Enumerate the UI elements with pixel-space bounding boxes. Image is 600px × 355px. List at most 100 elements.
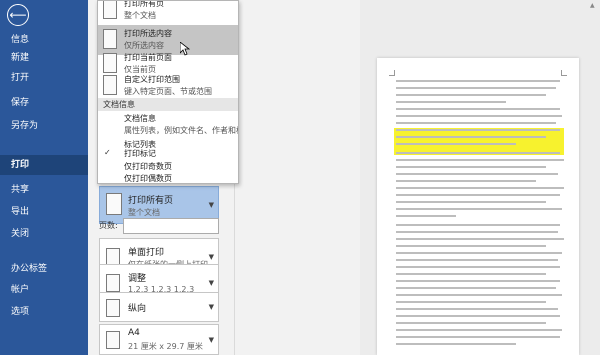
nav-item-office-tab[interactable]: 办公标签 <box>0 259 88 279</box>
page-icon <box>103 75 117 95</box>
text-line <box>396 180 536 182</box>
text-line <box>396 224 560 226</box>
text-line <box>396 266 560 268</box>
margin-mark <box>561 70 567 76</box>
print-preview: ▲ <box>360 0 600 355</box>
check-mark-icon: ✓ <box>104 148 111 157</box>
chevron-down-icon: ▼ <box>208 253 214 261</box>
option-title: 打印所选内容 <box>124 29 172 38</box>
text-line <box>396 87 556 89</box>
print-range-desc: 整个文档 <box>128 208 160 217</box>
nav-item-open[interactable]: 打开 <box>0 68 88 88</box>
option-even-pages[interactable]: 仅打印偶数页 <box>124 173 172 183</box>
text-line <box>396 136 546 138</box>
page-icon <box>103 29 117 49</box>
print-range-dropdown: 打印所有页 整个文档 打印所选内容 仅所选内容 打印当前页面 仅当前页 自定义打… <box>97 0 239 184</box>
text-line <box>396 336 560 338</box>
text-line <box>396 122 556 124</box>
chevron-down-icon: ▼ <box>208 279 214 287</box>
text-line <box>396 152 560 154</box>
nav-item-share[interactable]: 共享 <box>0 180 88 200</box>
option-doc-info[interactable]: 文档信息 <box>124 113 156 124</box>
text-line <box>396 315 560 317</box>
chevron-down-icon: ▼ <box>208 201 214 209</box>
section-header: 文档信息 <box>98 98 238 111</box>
backstage-nav: ⟵ 信息 新建 打开 保存 另存为 打印 共享 导出 关闭 办公标签 帐户 选项 <box>0 0 88 355</box>
page-icon <box>106 193 122 215</box>
chevron-up-icon[interactable]: ▲ <box>590 2 595 9</box>
text-line <box>396 143 516 145</box>
text-line <box>396 322 546 324</box>
preview-page <box>377 58 579 355</box>
text-line <box>396 80 560 82</box>
nav-item-close[interactable]: 关闭 <box>0 224 88 244</box>
option-title: 打印当前页面 <box>124 53 172 62</box>
collate-icon <box>106 274 120 292</box>
pages-label: 页数: <box>99 221 118 230</box>
nav-item-account[interactable]: 帐户 <box>0 280 88 300</box>
text-line <box>396 308 558 310</box>
nav-item-print[interactable]: 打印 <box>0 155 88 175</box>
option-title: 自定义打印范围 <box>124 75 180 84</box>
orientation-title: 纵向 <box>128 304 147 314</box>
text-line <box>396 94 546 96</box>
nav-item-new[interactable]: 新建 <box>0 48 88 68</box>
print-range-title: 打印所有页 <box>128 196 174 206</box>
text-line <box>396 129 560 131</box>
text-line <box>396 108 560 110</box>
pages-row: 页数: <box>99 218 219 234</box>
text-line <box>396 273 546 275</box>
selected-text-highlight <box>394 128 564 155</box>
text-line <box>396 208 562 210</box>
back-arrow-icon[interactable]: ⟵ <box>7 4 29 26</box>
text-line <box>396 252 562 254</box>
text-line <box>396 101 506 103</box>
paper-icon <box>106 331 120 349</box>
margin-mark <box>389 70 395 76</box>
option-print-all[interactable]: 打印所有页 整个文档 <box>98 0 238 25</box>
text-line <box>396 159 564 161</box>
orientation-select[interactable]: 纵向 ▼ <box>99 292 219 322</box>
text-line <box>396 231 558 233</box>
option-desc: 键入特定页面、节或范围 <box>124 87 212 96</box>
nav-item-options[interactable]: 选项 <box>0 302 88 322</box>
nav-item-info[interactable]: 信息 <box>0 30 88 50</box>
text-line <box>396 329 562 331</box>
option-odd-pages[interactable]: 仅打印奇数页 <box>124 161 172 172</box>
option-print-markup[interactable]: 打印标记 <box>124 148 156 159</box>
text-line <box>396 238 564 240</box>
chevron-down-icon: ▼ <box>208 303 214 311</box>
paper-title: A4 <box>128 328 140 338</box>
option-custom-range[interactable]: 自定义打印范围 键入特定页面、节或范围 <box>98 71 238 101</box>
text-line <box>396 166 546 168</box>
text-line <box>396 280 560 282</box>
chevron-down-icon: ▼ <box>208 336 214 344</box>
option-desc: 整个文档 <box>124 11 156 20</box>
pages-input[interactable] <box>123 218 219 234</box>
portrait-icon <box>106 299 120 317</box>
text-line <box>396 201 546 203</box>
paper-size-select[interactable]: A4 21 厘米 x 29.7 厘米 ▼ <box>99 324 219 355</box>
text-line <box>396 115 562 117</box>
text-line <box>396 173 558 175</box>
nav-item-save[interactable]: 保存 <box>0 93 88 113</box>
paper-desc: 21 厘米 x 29.7 厘米 <box>128 342 203 351</box>
text-line <box>396 187 564 189</box>
page-icon <box>103 53 117 73</box>
sides-title: 单面打印 <box>128 248 165 258</box>
nav-item-save-as[interactable]: 另存为 <box>0 116 88 136</box>
collate-title: 调整 <box>128 274 147 284</box>
text-line <box>396 259 558 261</box>
text-line <box>396 301 546 303</box>
text-line <box>396 287 556 289</box>
text-line <box>396 194 560 196</box>
page-icon <box>103 1 117 19</box>
nav-item-export[interactable]: 导出 <box>0 202 88 222</box>
text-line <box>396 245 546 247</box>
mouse-pointer-icon <box>180 42 190 56</box>
text-line <box>396 294 562 296</box>
text-line <box>396 215 456 217</box>
option-title: 打印所有页 <box>124 0 164 8</box>
option-doc-info-desc: 属性列表，例如文件名、作者和标题 <box>124 126 238 135</box>
text-line <box>396 343 516 345</box>
